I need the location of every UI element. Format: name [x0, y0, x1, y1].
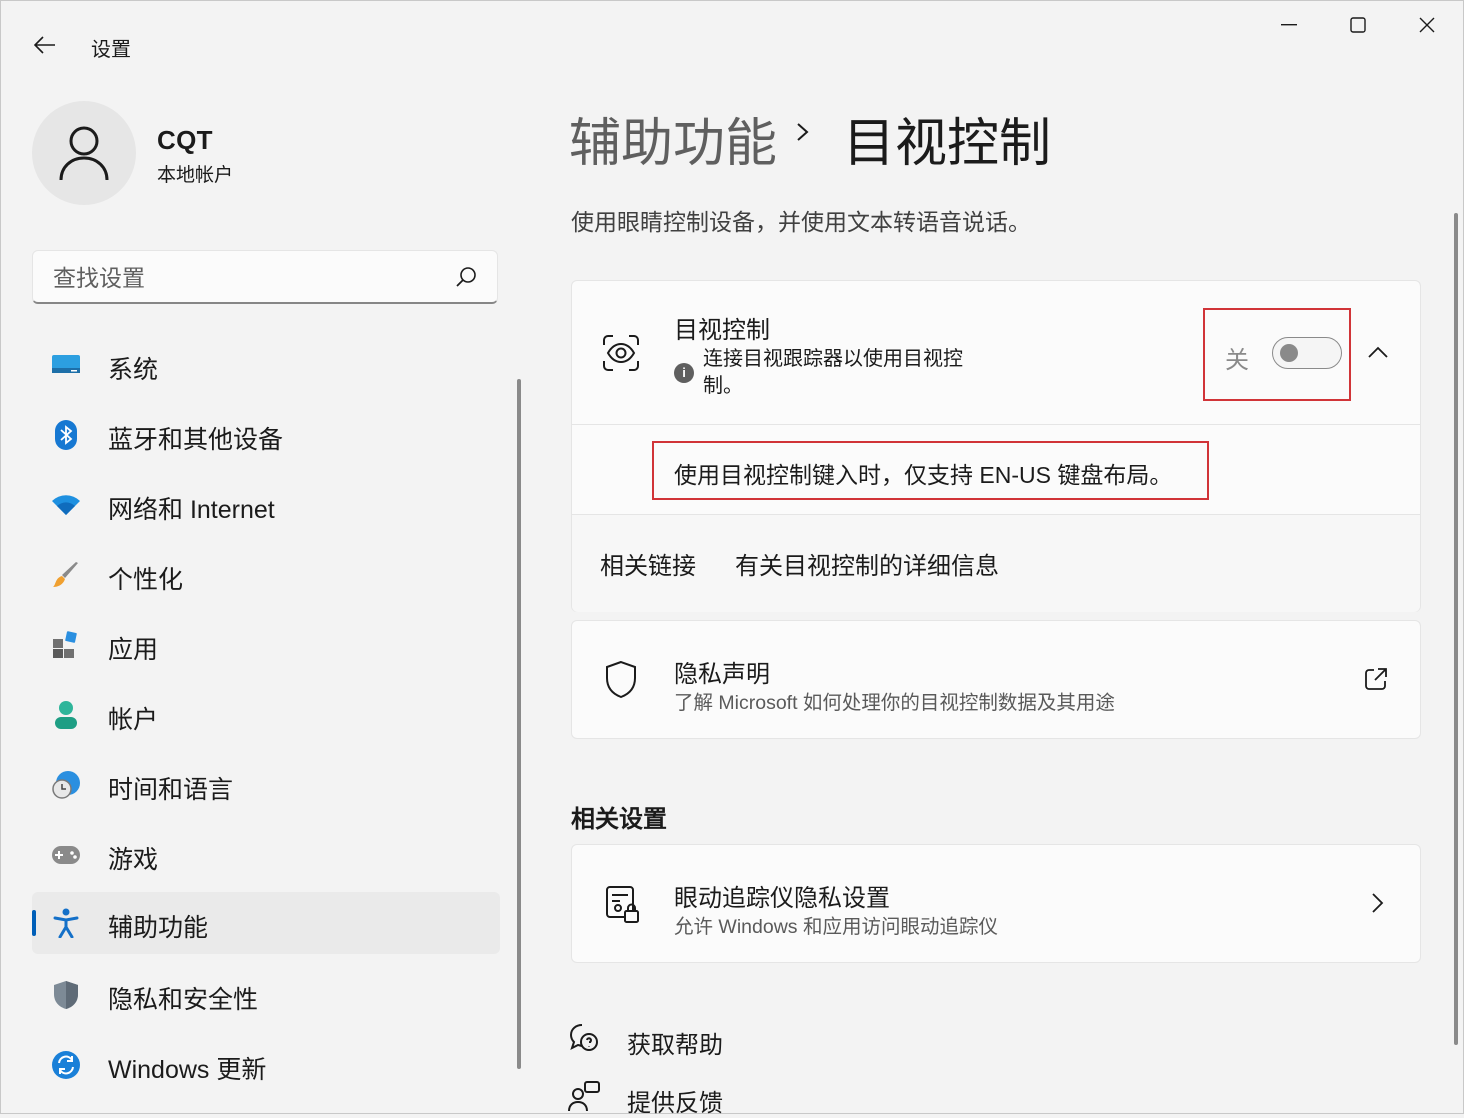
sidebar-item-label: 系统 — [108, 356, 159, 384]
sidebar-item-label: Windows 更新 — [108, 1056, 267, 1084]
sidebar-item-label: 隐私和安全性 — [108, 986, 259, 1014]
sidebar-item-system[interactable]: 系统 — [32, 334, 500, 396]
get-help-link[interactable]: 获取帮助 — [627, 1025, 723, 1060]
eye-tracker-privacy-subtitle: 允许 Windows 和应用访问眼动追踪仪 — [674, 916, 998, 938]
accessibility-icon — [50, 907, 82, 939]
minimize-button[interactable] — [1255, 7, 1323, 43]
sidebar-item-time-language[interactable]: 时间和语言 — [32, 754, 500, 816]
main-scrollbar[interactable] — [1454, 213, 1458, 1045]
active-indicator — [32, 910, 36, 936]
open-external-icon — [1363, 666, 1389, 692]
sidebar-item-label: 个性化 — [108, 566, 184, 594]
user-name: CQT — [157, 125, 213, 155]
divider — [572, 424, 1420, 425]
sidebar-item-accessibility[interactable]: 辅助功能 — [32, 892, 500, 954]
maximize-button[interactable] — [1324, 7, 1392, 43]
search-box[interactable] — [32, 250, 498, 304]
minimize-icon — [1281, 24, 1297, 26]
user-icon — [59, 126, 109, 181]
sidebar-item-label: 游戏 — [108, 846, 159, 874]
bluetooth-icon — [50, 419, 82, 451]
related-settings-heading: 相关设置 — [571, 806, 667, 833]
sidebar-item-label: 应用 — [108, 636, 159, 664]
close-icon — [1419, 17, 1435, 33]
privacy-statement-subtitle: 了解 Microsoft 如何处理你的目视控制数据及其用途 — [674, 692, 1115, 714]
give-feedback-link[interactable]: 提供反馈 — [627, 1083, 723, 1118]
info-text-line-1: 连接目视跟踪器以使用目视控 — [703, 348, 963, 370]
chevron-right-icon — [1365, 891, 1389, 915]
apps-icon — [50, 629, 82, 661]
eye-control-title: 目视控制 — [674, 317, 770, 344]
eye-control-toggle[interactable] — [1272, 337, 1342, 369]
help-icon — [567, 1021, 601, 1055]
back-arrow-icon — [34, 36, 55, 54]
sidebar-item-label: 帐户 — [108, 706, 159, 734]
update-icon — [50, 1049, 82, 1081]
page-title: 目视控制 — [843, 115, 1052, 173]
toggle-state-label: 关 — [1225, 347, 1249, 374]
account-type: 本地帐户 — [157, 165, 234, 186]
toggle-knob — [1280, 344, 1298, 362]
sidebar-item-label: 网络和 Internet — [108, 496, 275, 524]
sidebar-scrollbar[interactable] — [517, 379, 521, 1069]
info-text-line-2: 制。 — [703, 375, 743, 397]
keyboard-layout-note: 使用目视控制键入时，仅支持 EN-US 键盘布局。 — [674, 462, 1173, 488]
sidebar-item-accounts[interactable]: 帐户 — [32, 684, 500, 746]
search-icon[interactable] — [455, 266, 477, 288]
back-button[interactable] — [27, 27, 63, 63]
sidebar-item-apps[interactable]: 应用 — [32, 614, 500, 676]
collapse-button[interactable] — [1361, 335, 1395, 369]
chevron-up-icon — [1368, 346, 1388, 358]
sidebar-item-label: 辅助功能 — [108, 914, 209, 942]
eye-tracker-privacy-title: 眼动追踪仪隐私设置 — [674, 885, 890, 912]
sidebar-item-windows-update[interactable]: Windows 更新 — [32, 1034, 500, 1096]
chevron-right-icon — [797, 123, 809, 141]
page-description: 使用眼睛控制设备，并使用文本转语音说话。 — [571, 209, 1031, 235]
brush-icon — [50, 559, 82, 591]
feedback-icon — [567, 1079, 601, 1113]
sidebar-item-personalization[interactable]: 个性化 — [32, 544, 500, 606]
breadcrumb-parent[interactable]: 辅助功能 — [569, 101, 777, 176]
wifi-icon — [50, 489, 82, 521]
related-links-label: 相关链接 — [600, 553, 696, 580]
shield-icon — [50, 979, 82, 1011]
close-button[interactable] — [1393, 7, 1461, 43]
system-icon — [50, 349, 82, 381]
search-input[interactable] — [51, 261, 455, 295]
sidebar-item-gaming[interactable]: 游戏 — [32, 824, 500, 886]
sidebar-item-bluetooth[interactable]: 蓝牙和其他设备 — [32, 404, 500, 466]
sidebar-item-privacy-security[interactable]: 隐私和安全性 — [32, 964, 500, 1026]
sidebar-item-label: 时间和语言 — [108, 776, 234, 804]
sidebar-item-network[interactable]: 网络和 Internet — [32, 474, 500, 536]
eye-control-info: 连接目视跟踪器以使用目视控 制。 — [703, 346, 963, 400]
account-icon — [50, 699, 82, 731]
eye-control-icon — [599, 331, 643, 375]
sidebar-item-label: 蓝牙和其他设备 — [108, 426, 284, 454]
app-title: 设置 — [91, 39, 131, 61]
clock-globe-icon — [50, 769, 82, 801]
info-icon: i — [674, 363, 694, 383]
avatar[interactable] — [32, 101, 136, 205]
eye-tracker-privacy-icon — [601, 883, 643, 925]
settings-window: 设置 CQT 本地帐户 系统 蓝牙和其他设备 — [0, 0, 1464, 1117]
eye-control-details-link[interactable]: 有关目视控制的详细信息 — [735, 546, 999, 581]
maximize-icon — [1350, 17, 1366, 33]
shield-outline-icon — [601, 659, 641, 701]
gamepad-icon — [50, 839, 82, 871]
privacy-statement-title: 隐私声明 — [674, 661, 770, 688]
